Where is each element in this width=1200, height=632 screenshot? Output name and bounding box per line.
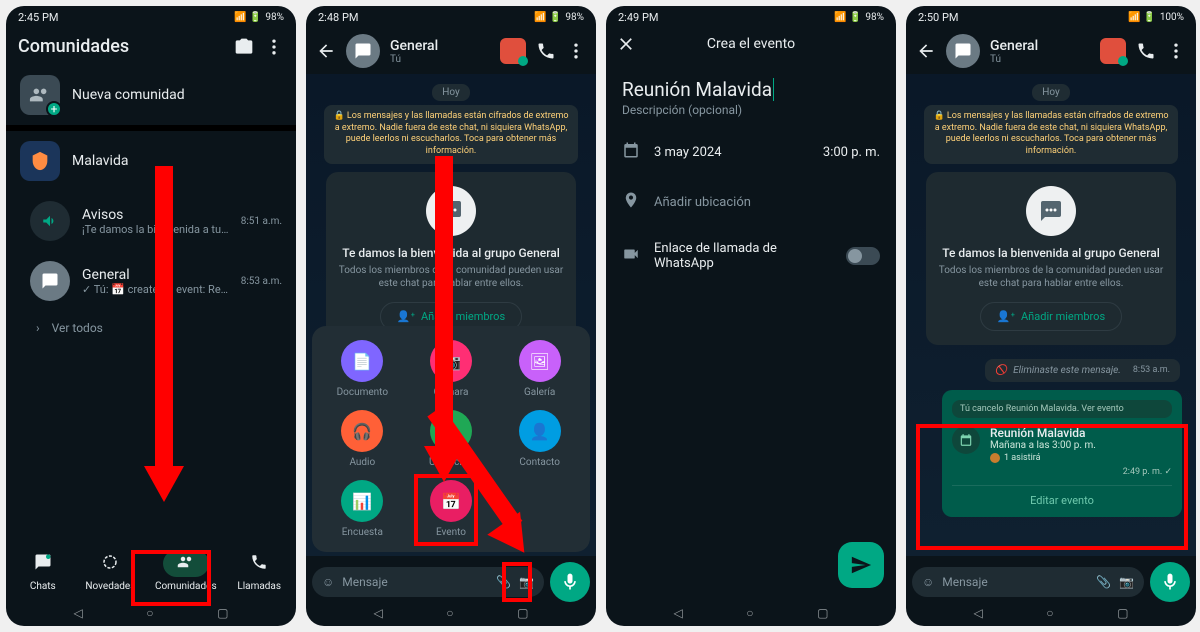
annotation-box-evento — [414, 474, 478, 546]
chat-header: General Tú — [306, 28, 596, 74]
channel-avisos[interactable]: Avisos ¡Te damos la bienvenida a tu comu… — [6, 191, 296, 251]
send-button[interactable] — [838, 542, 884, 588]
shield-icon[interactable] — [500, 38, 526, 64]
status-bar: 2:48 PM 📶 🔋98% — [306, 6, 596, 28]
time: 2:45 PM — [18, 11, 58, 24]
more-icon[interactable] — [566, 41, 586, 61]
encryption-notice[interactable]: 🔒 Los mensajes y las llamadas están cifr… — [324, 105, 578, 164]
nav-llamadas[interactable]: Llamadas — [228, 546, 290, 596]
page-title: Comunidades — [18, 36, 224, 57]
calendar-icon — [622, 141, 640, 163]
chat-icon — [30, 261, 70, 301]
system-nav: ◁○▢ — [606, 602, 896, 626]
mic-button[interactable] — [550, 562, 590, 602]
mic-button[interactable] — [1150, 562, 1190, 602]
attach-documento[interactable]: 📄Documento — [320, 340, 405, 398]
chevron-right-icon: › — [36, 321, 40, 335]
contact-icon: 👤 — [519, 410, 561, 452]
chat-title[interactable]: General Tú — [390, 38, 490, 65]
input-bar: ☺ Mensaje 📎 📷 — [312, 562, 590, 602]
status-bar: 2:50 PM 📶 🔋100% — [906, 6, 1196, 28]
gallery-icon: 🖼 — [519, 340, 561, 382]
call-add-icon[interactable] — [536, 41, 556, 61]
welcome-card: Te damos la bienvenida al grupo General … — [926, 172, 1176, 345]
plus-badge: + — [46, 101, 62, 117]
input-bar: ☺ Mensaje 📎 📷 — [912, 562, 1190, 602]
close-icon[interactable] — [616, 34, 636, 54]
chat-bubble-icon — [1026, 186, 1076, 236]
chat-title[interactable]: General Tú — [990, 38, 1090, 65]
attach-encuesta[interactable]: 📊Encuesta — [320, 480, 405, 538]
message-input[interactable]: ☺ Mensaje 📎 📷 — [912, 567, 1144, 597]
screen-comunidades: 2:45 PM 📶 🔋98% Comunidades + Nueva comun… — [6, 6, 296, 626]
person-add-icon: 👤⁺ — [397, 310, 415, 323]
status-icons: 📶 🔋98% — [234, 12, 284, 23]
headphones-icon: 🎧 — [341, 410, 383, 452]
form-header: Crea el evento — [606, 28, 896, 60]
location-icon — [622, 191, 640, 213]
person-add-icon: 👤⁺ — [997, 310, 1015, 323]
shield-icon[interactable] — [1100, 38, 1126, 64]
screen-event-created: 2:50 PM 📶 🔋100% General Tú Hoy 🔒 Los men… — [906, 6, 1196, 626]
annotation-box-attach — [502, 562, 532, 602]
group-icon: + — [20, 75, 60, 115]
block-icon: 🚫 — [995, 365, 1007, 376]
camera-icon[interactable]: 📷 — [1119, 575, 1134, 589]
time: 2:48 PM — [318, 11, 358, 24]
poll-icon: 📊 — [341, 480, 383, 522]
screen-chat-attach: 2:48 PM 📶 🔋98% General Tú Hoy 🔒 Los mens… — [306, 6, 596, 626]
call-add-icon[interactable] — [1136, 41, 1156, 61]
annotation-box — [131, 550, 211, 606]
attach-audio[interactable]: 🎧Audio — [320, 410, 405, 468]
date-chip: Hoy — [1032, 84, 1070, 101]
back-icon[interactable] — [316, 41, 336, 61]
community-malavida[interactable]: Malavida — [6, 131, 296, 191]
chat-header: General Tú — [906, 28, 1196, 74]
date-chip: Hoy — [432, 84, 470, 101]
status-icons: 📶 🔋98% — [534, 12, 584, 23]
chat-avatar[interactable] — [946, 34, 980, 68]
status-icons: 📶 🔋100% — [1128, 12, 1184, 23]
event-description-input[interactable]: Descripción (opcional) — [606, 103, 896, 127]
channel-general[interactable]: General ✓ Tú: 📅 created 1 event: Reunión… — [6, 251, 296, 311]
emoji-icon[interactable]: ☺ — [922, 575, 934, 589]
add-members-button[interactable]: 👤⁺ Añadir miembros — [980, 302, 1122, 331]
camera-icon[interactable] — [234, 37, 254, 57]
more-icon[interactable] — [264, 37, 284, 57]
back-icon[interactable] — [916, 41, 936, 61]
event-title-input[interactable]: Reunión Malavida — [606, 70, 896, 103]
time: 2:49 PM — [618, 11, 658, 24]
nav-chats[interactable]: Chats — [12, 546, 74, 596]
form-title: Crea el evento — [646, 36, 856, 52]
event-location-row[interactable]: Añadir ubicación — [606, 177, 896, 227]
emoji-icon[interactable]: ☺ — [322, 575, 334, 589]
encryption-notice[interactable]: 🔒 Los mensajes y las llamadas están cifr… — [924, 105, 1178, 164]
screen-create-event: 2:49 PM 📶 🔋98% Crea el evento Reunión Ma… — [606, 6, 896, 626]
event-date-row[interactable]: 3 may 2024 3:00 p. m. — [606, 127, 896, 177]
annotation-arrow — [144, 466, 184, 502]
time: 2:50 PM — [918, 11, 958, 24]
announcement-icon — [30, 201, 70, 241]
community-avatar — [20, 141, 60, 181]
call-link-toggle[interactable] — [846, 247, 880, 265]
annotation-arrow-2 — [506, 386, 524, 526]
video-icon — [622, 245, 640, 267]
status-icons: 📶 🔋98% — [834, 12, 884, 23]
ver-todos-button[interactable]: › Ver todos — [6, 311, 296, 345]
system-nav: ◁○▢ — [906, 602, 1196, 626]
attach-icon[interactable]: 📎 — [1096, 575, 1111, 589]
app-header: Comunidades — [6, 28, 296, 65]
deleted-message: 🚫 Eliminaste este mensaje. 8:53 a.m. — [985, 359, 1180, 382]
system-nav: ◁○▢ — [306, 602, 596, 626]
annotation-box-event — [916, 424, 1188, 550]
status-bar: 2:49 PM 📶 🔋98% — [606, 6, 896, 28]
more-icon[interactable] — [1166, 41, 1186, 61]
chat-avatar[interactable] — [346, 34, 380, 68]
event-call-link-row[interactable]: Enlace de llamada de WhatsApp — [606, 227, 896, 285]
document-icon: 📄 — [341, 340, 383, 382]
status-bar: 2:45 PM 📶 🔋98% — [6, 6, 296, 28]
new-community-button[interactable]: + Nueva comunidad — [6, 65, 296, 125]
